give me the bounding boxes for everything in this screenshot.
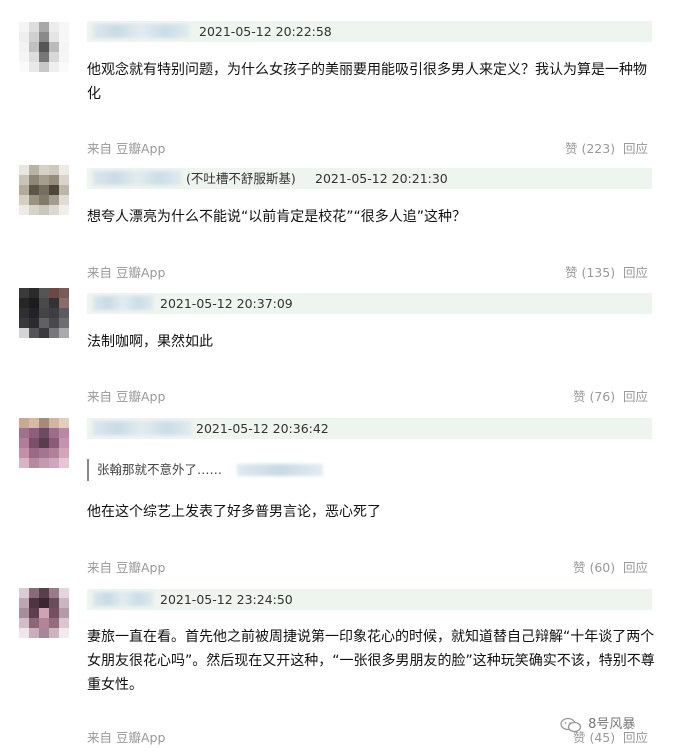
comment-time: 2021-05-12 23:24:50 [160,592,293,607]
avatar[interactable] [19,418,69,468]
username-blurred[interactable] [93,421,191,435]
username-blurred[interactable] [93,171,181,185]
comment-text: 他在这个综艺上发表了好多普男言论，恶心死了 [87,504,381,520]
wechat-icon [560,717,582,732]
comment-source: 来自 豆瓣App [87,265,166,280]
comment-source: 来自 豆瓣App [87,560,166,575]
comment-header: 2021-05-12 20:36:42 [87,418,652,439]
comment-source: 来自 豆瓣App [87,141,166,156]
avatar[interactable] [19,288,69,338]
reply-button[interactable]: 回应 [623,263,648,283]
quoted-reply: 张翰那就不意外了…… [87,459,387,481]
reply-button[interactable]: 回应 [623,558,648,578]
comment-header: 2021-05-12 23:24:50 [87,589,652,610]
like-button[interactable]: 赞 (60) [573,558,615,578]
watermark: 8号风暴 [560,713,635,737]
comment-footer: 来自 豆瓣App 赞 (76) 回应 [87,387,652,407]
comment-header: 2021-05-12 20:22:58 [87,21,652,42]
comment-source: 来自 豆瓣App [87,389,166,404]
avatar[interactable] [19,165,69,215]
username-blurred[interactable] [93,296,153,310]
reply-button[interactable]: 回应 [623,139,648,159]
username-blurred[interactable] [93,592,153,606]
comment-footer: 来自 豆瓣App 赞 (135) 回应 [87,263,652,283]
comment-time: 2021-05-12 20:36:42 [196,421,329,436]
comment-source: 来自 豆瓣App [87,730,166,745]
like-button[interactable]: 赞 (135) [565,263,615,283]
comment-text: 他观念就有特别问题，为什么女孩子的美丽要用能吸引很多男人来定义？我认为算是一种物… [87,62,647,102]
comment-header: 2021-05-12 20:37:09 [87,293,652,314]
comment-text: 想夸人漂亮为什么不能说“以前肯定是校花”“很多人追”这种？ [87,209,467,225]
comment-footer: 来自 豆瓣App 赞 (60) 回应 [87,558,652,578]
user-signature: (不吐槽不舒服斯基) [186,171,296,186]
like-button[interactable]: 赞 (76) [573,387,615,407]
quoted-text: 张翰那就不意外了…… [97,462,223,477]
comment-footer: 来自 豆瓣App 赞 (223) 回应 [87,139,652,159]
avatar[interactable] [19,588,69,638]
comment-text: 妻旅一直在看。首先他之前被周捷说第一印象花心的时候，就知道替自己辩解“十年谈了两… [87,629,655,693]
quoted-username-blurred[interactable] [237,464,323,476]
username-blurred[interactable] [93,24,189,38]
watermark-text: 8号风暴 [588,717,636,732]
comment-time: 2021-05-12 20:21:30 [315,171,448,186]
comment-text: 法制咖啊，果然如此 [87,334,213,350]
comment-time: 2021-05-12 20:37:09 [160,296,293,311]
reply-button[interactable]: 回应 [623,387,648,407]
like-button[interactable]: 赞 (223) [565,139,615,159]
comment-header: (不吐槽不舒服斯基) 2021-05-12 20:21:30 [87,168,652,189]
avatar[interactable] [19,22,69,72]
comment-time: 2021-05-12 20:22:58 [199,24,332,39]
